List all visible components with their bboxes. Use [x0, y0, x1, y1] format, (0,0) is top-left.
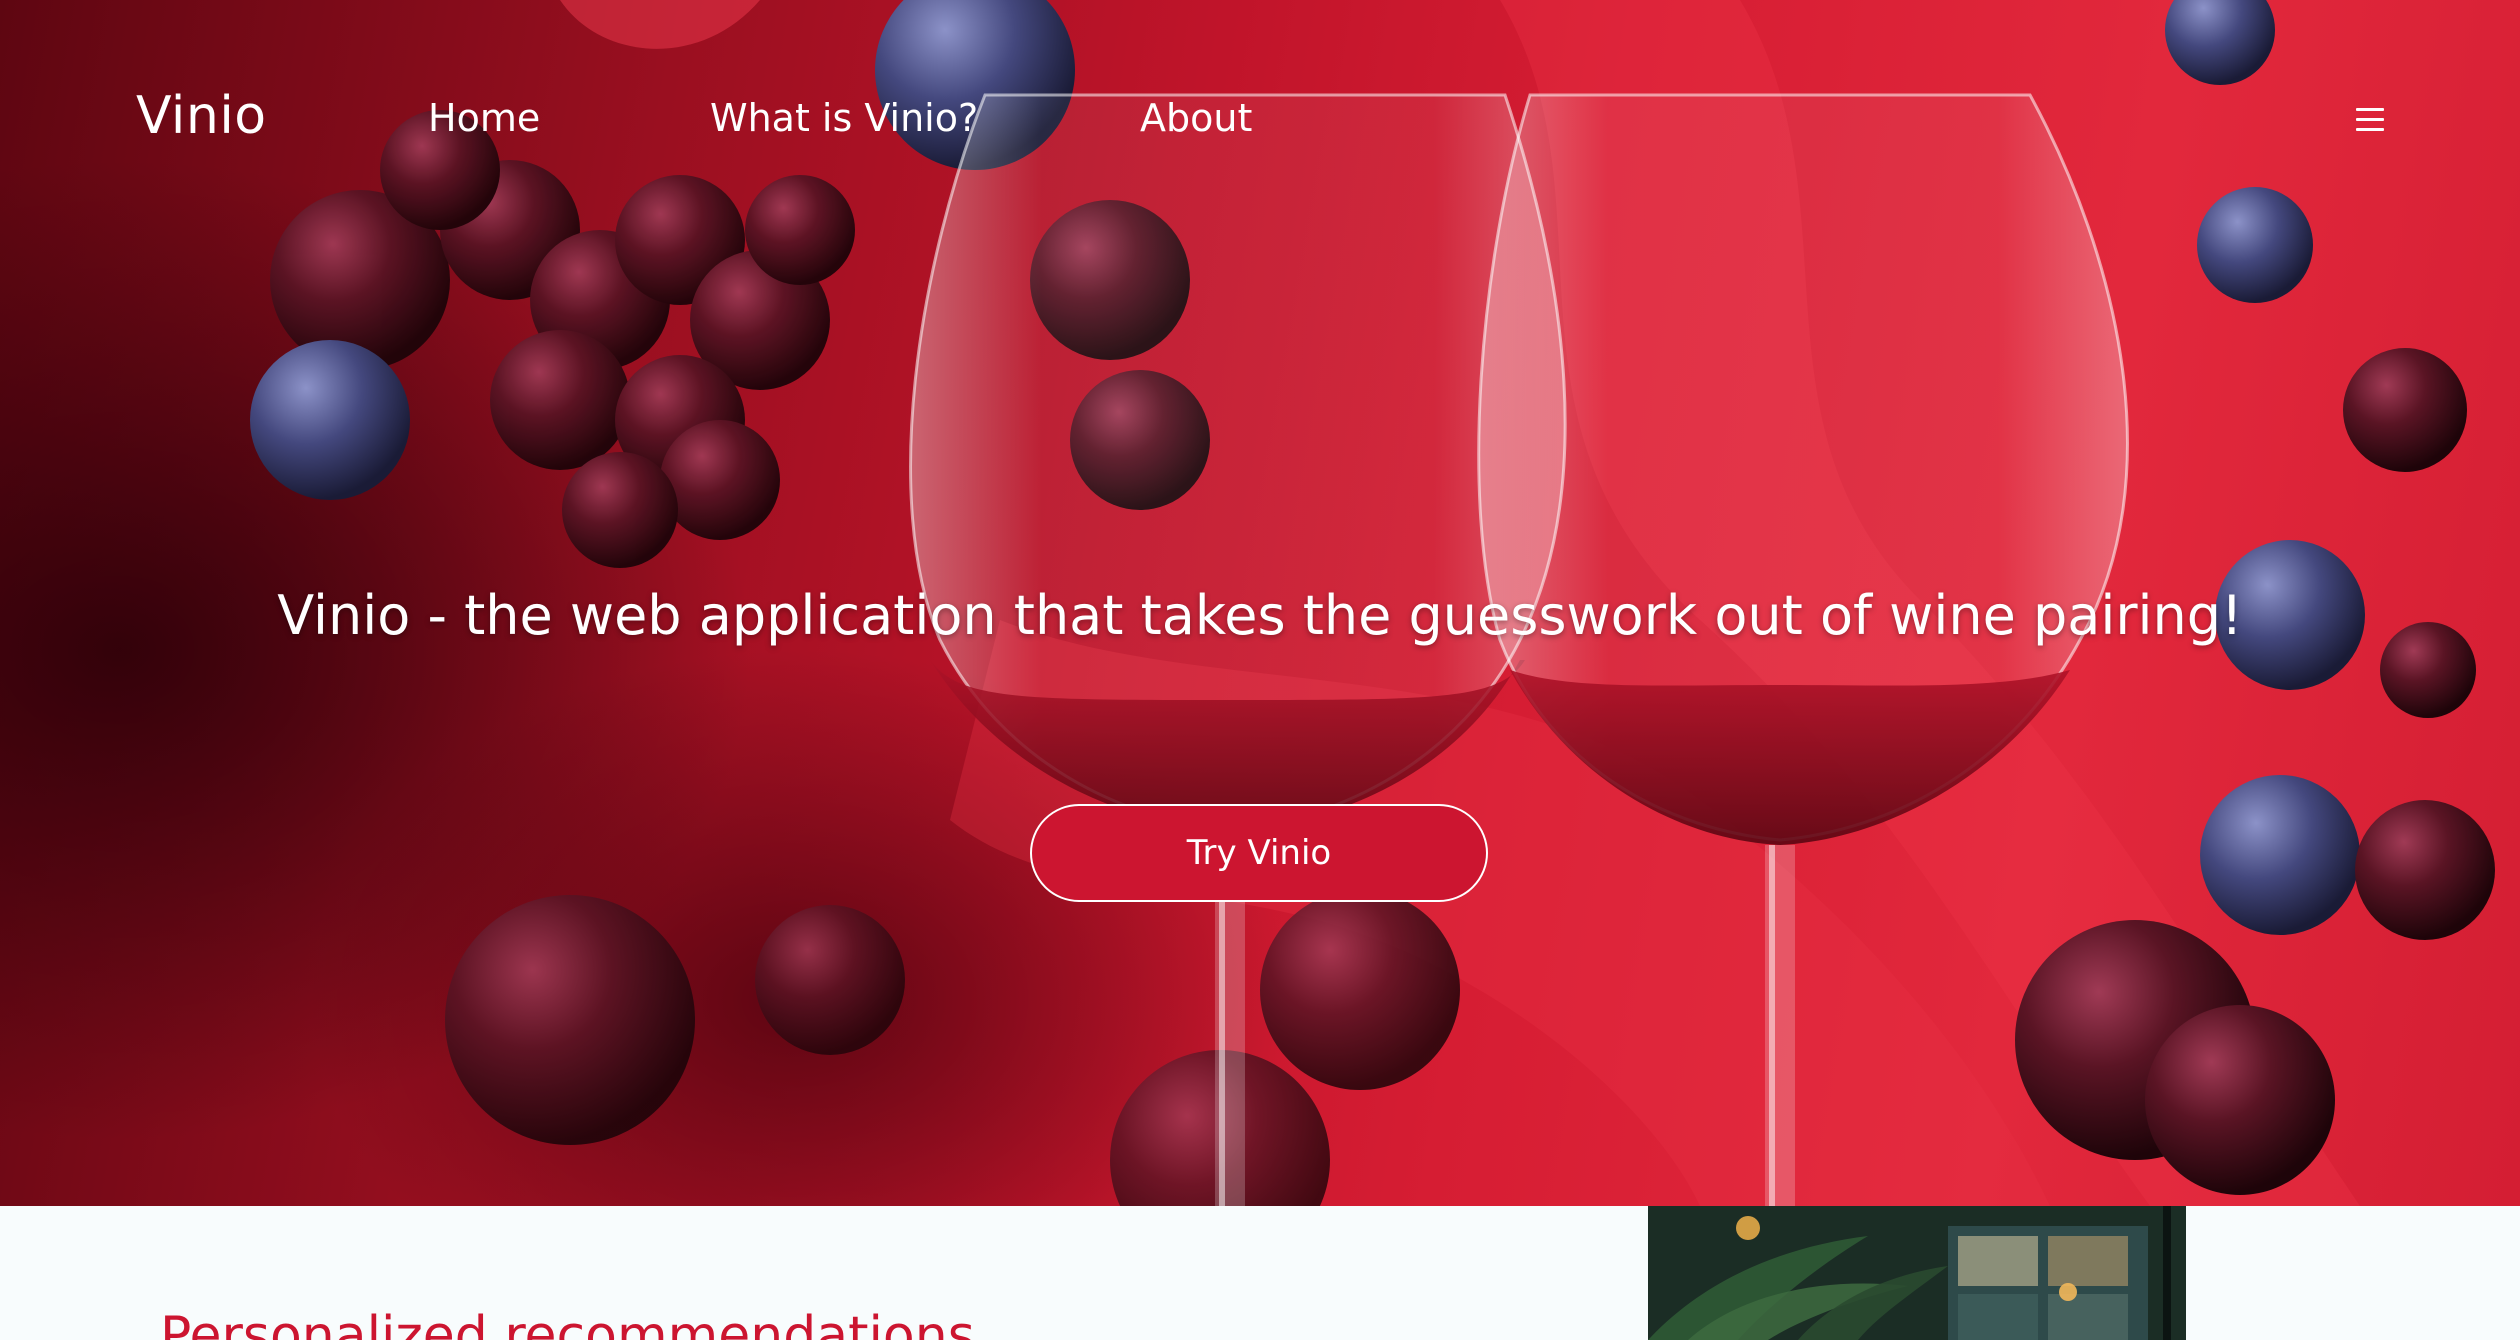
nav-link-about[interactable]: About	[1140, 96, 1252, 140]
features-section: Personalized recommendations	[0, 1206, 2520, 1340]
try-vinio-button[interactable]: Try Vinio	[1030, 804, 1488, 902]
hero-section: Vinio Home What is Vinio? About Vinio - …	[0, 0, 2520, 1206]
section-title: Personalized recommendations	[160, 1306, 975, 1340]
nav-link-home[interactable]: Home	[428, 96, 540, 140]
hero-headline: Vinio - the web application that takes t…	[277, 584, 2243, 648]
nav-link-what-is-vinio[interactable]: What is Vinio?	[710, 96, 978, 140]
brand-logo[interactable]: Vinio	[136, 86, 267, 146]
hamburger-menu-icon[interactable]	[2356, 108, 2384, 132]
restaurant-photo	[1648, 1206, 2186, 1340]
